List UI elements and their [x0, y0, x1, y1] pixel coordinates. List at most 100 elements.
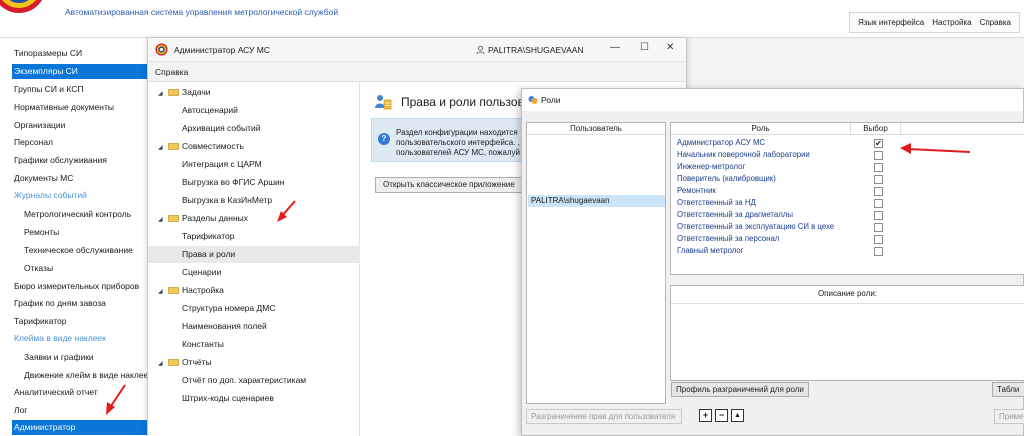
user-icon — [476, 45, 485, 55]
tree-item[interactable]: Интеграция с ЦАРМ — [148, 156, 360, 173]
close-button[interactable]: ✕ — [666, 42, 674, 53]
role-checkbox[interactable] — [874, 222, 883, 232]
nav-subitem[interactable]: Отказы — [24, 261, 159, 276]
role-checkbox[interactable] — [874, 162, 883, 172]
role-checkbox[interactable] — [874, 150, 883, 160]
nav-item[interactable]: Документы МС — [14, 171, 149, 186]
tree-item[interactable]: Автосценарий — [148, 102, 360, 119]
role-name: Ответственный за НД — [677, 198, 756, 207]
role-checkbox[interactable] — [874, 186, 883, 196]
nav-item[interactable]: График по дням завоза — [14, 296, 149, 311]
menu-help[interactable]: Справка — [980, 18, 1011, 27]
tree-folder-label: Настройка — [182, 285, 224, 295]
nav-item[interactable]: Графики обслуживания — [14, 153, 149, 168]
tree-item[interactable]: Выгрузка в КазИнМетр — [148, 192, 360, 209]
tree-folder[interactable]: ◢ Настройка — [148, 282, 360, 299]
expand-arrow-icon[interactable]: ◢ — [158, 86, 168, 103]
menu-settings[interactable]: Настройка — [932, 18, 971, 27]
minimize-button[interactable]: — — [610, 42, 620, 53]
expand-arrow-icon[interactable]: ◢ — [158, 356, 168, 373]
nav-item[interactable]: Тарификатор — [14, 314, 149, 329]
role-checkbox[interactable] — [874, 210, 883, 220]
tree-item[interactable]: Отчёт по доп. характеристикам — [148, 372, 360, 389]
tree-item[interactable]: Выгрузка во ФГИС Аршин — [148, 174, 360, 191]
expand-arrow-icon[interactable]: ◢ — [158, 212, 168, 229]
select-column-header: Выбор — [851, 123, 901, 135]
tree-folder[interactable]: ◢ Задачи — [148, 84, 360, 101]
role-row[interactable]: Ответственный за персонал — [671, 233, 1024, 245]
nav-subitem[interactable]: Метрологический контроль — [24, 207, 159, 222]
role-row[interactable]: Ответственный за НД — [671, 197, 1024, 209]
role-row[interactable]: Ответственный за драгметаллы — [671, 209, 1024, 221]
menu-help[interactable]: Справка — [155, 67, 188, 77]
divider — [671, 303, 1024, 304]
tree-item[interactable]: Штрих-коды сценариев — [148, 390, 360, 407]
role-checkbox[interactable] — [874, 198, 883, 208]
menu-language[interactable]: Язык интерфейса — [858, 18, 924, 27]
tree-folder[interactable]: ◢ Совместимость — [148, 138, 360, 155]
expand-arrow-icon[interactable]: ◢ — [158, 284, 168, 301]
user-restrictions-button[interactable]: Разграничение прав для пользователя — [526, 409, 682, 424]
nav-subitem[interactable]: Ремонты — [24, 225, 159, 240]
nav-item[interactable]: Аналитический отчет — [14, 385, 149, 400]
users-list: Пользователь PALITRA\shugaevaan — [526, 122, 666, 404]
role-row[interactable]: Ремонтник — [671, 185, 1024, 197]
left-navigation: Типоразмеры СИ Экземпляры СИ Группы СИ и… — [0, 38, 152, 436]
nav-item[interactable]: Персонал — [14, 135, 149, 150]
nav-section-header[interactable]: Клейма в виде наклеек — [14, 331, 149, 346]
role-row[interactable]: Инженер-метролог — [671, 161, 1024, 173]
role-checkbox[interactable] — [874, 234, 883, 244]
nav-item-admin[interactable]: Администратор — [12, 420, 147, 435]
user-row[interactable]: PALITRA\shugaevaan — [528, 195, 665, 207]
roles-window: Роли Пользователь PALITRA\shugaevaan Рол… — [521, 88, 1024, 436]
nav-section-header[interactable]: Журналы событий — [14, 188, 149, 203]
add-icon[interactable]: + — [699, 409, 712, 422]
open-classic-app-button[interactable]: Открыть классическое приложение — [375, 177, 523, 193]
tree-item[interactable]: Архивация событий — [148, 120, 360, 137]
folder-icon — [168, 359, 179, 366]
expand-arrow-icon[interactable]: ◢ — [158, 140, 168, 157]
tree-item[interactable]: Тарификатор — [148, 228, 360, 245]
folder-icon — [168, 89, 179, 96]
nav-subitem[interactable]: Заявки и графики — [24, 350, 159, 365]
tree-item[interactable]: Наименования полей — [148, 318, 360, 335]
tree-folder[interactable]: ◢ Разделы данных — [148, 210, 360, 227]
nav-subitem[interactable]: Техническое обслуживание — [24, 243, 159, 258]
role-row[interactable]: Начальник поверочной лаборатории — [671, 149, 1024, 161]
nav-item[interactable]: Организации — [14, 118, 149, 133]
role-row[interactable]: Ответственный за эксплуатацию СИ в цехе — [671, 221, 1024, 233]
admin-window-title: Администратор АСУ МС — [174, 45, 271, 55]
app-logo-icon — [0, 0, 43, 13]
nav-item-active[interactable]: Экземпляры СИ — [12, 64, 147, 79]
roles-table-header: Роль Выбор — [671, 123, 1024, 135]
tree-item-selected[interactable]: Права и роли — [148, 246, 360, 263]
move-up-icon[interactable]: ▲ — [731, 409, 744, 422]
nav-item[interactable]: Лог — [14, 403, 149, 418]
app-header: Автоматизированная система управления ме… — [0, 0, 1024, 38]
role-checkbox[interactable]: ✔ — [874, 138, 883, 148]
nav-item[interactable]: Бюро измерительных приборов — [14, 279, 149, 294]
nav-item[interactable]: Группы СИ и КСП — [14, 82, 149, 97]
folder-icon — [168, 143, 179, 150]
profile-restrictions-button[interactable]: Профиль разграничений для роли — [671, 382, 809, 397]
tree-item[interactable]: Сценарии — [148, 264, 360, 281]
info-text: Раздел конфигурации находится пользовате… — [396, 128, 520, 158]
nav-subitem[interactable]: Движение клейм в виде наклеек — [24, 368, 159, 383]
apply-button[interactable]: Приме — [994, 409, 1024, 424]
nav-item[interactable]: Нормативные документы — [14, 100, 149, 115]
nav-item[interactable]: Типоразмеры СИ — [14, 46, 149, 61]
role-checkbox[interactable] — [874, 174, 883, 184]
role-row[interactable]: Поверитель (калибровщик) — [671, 173, 1024, 185]
roles-icon — [528, 96, 538, 104]
remove-icon[interactable]: − — [715, 409, 728, 422]
maximize-button[interactable]: ☐ — [640, 42, 649, 53]
role-row[interactable]: Главный метролог — [671, 245, 1024, 257]
tree-folder[interactable]: ◢ Отчёты — [148, 354, 360, 371]
tree-item[interactable]: Константы — [148, 336, 360, 353]
header-menu: Язык интерфейса Настройка Справка — [848, 12, 1020, 33]
role-column-header: Роль — [671, 123, 851, 135]
tables-button[interactable]: Табли — [992, 382, 1024, 397]
role-row[interactable]: Администратор АСУ МС ✔ — [671, 137, 1024, 149]
tree-item[interactable]: Структура номера ДМС — [148, 300, 360, 317]
role-checkbox[interactable] — [874, 246, 883, 256]
